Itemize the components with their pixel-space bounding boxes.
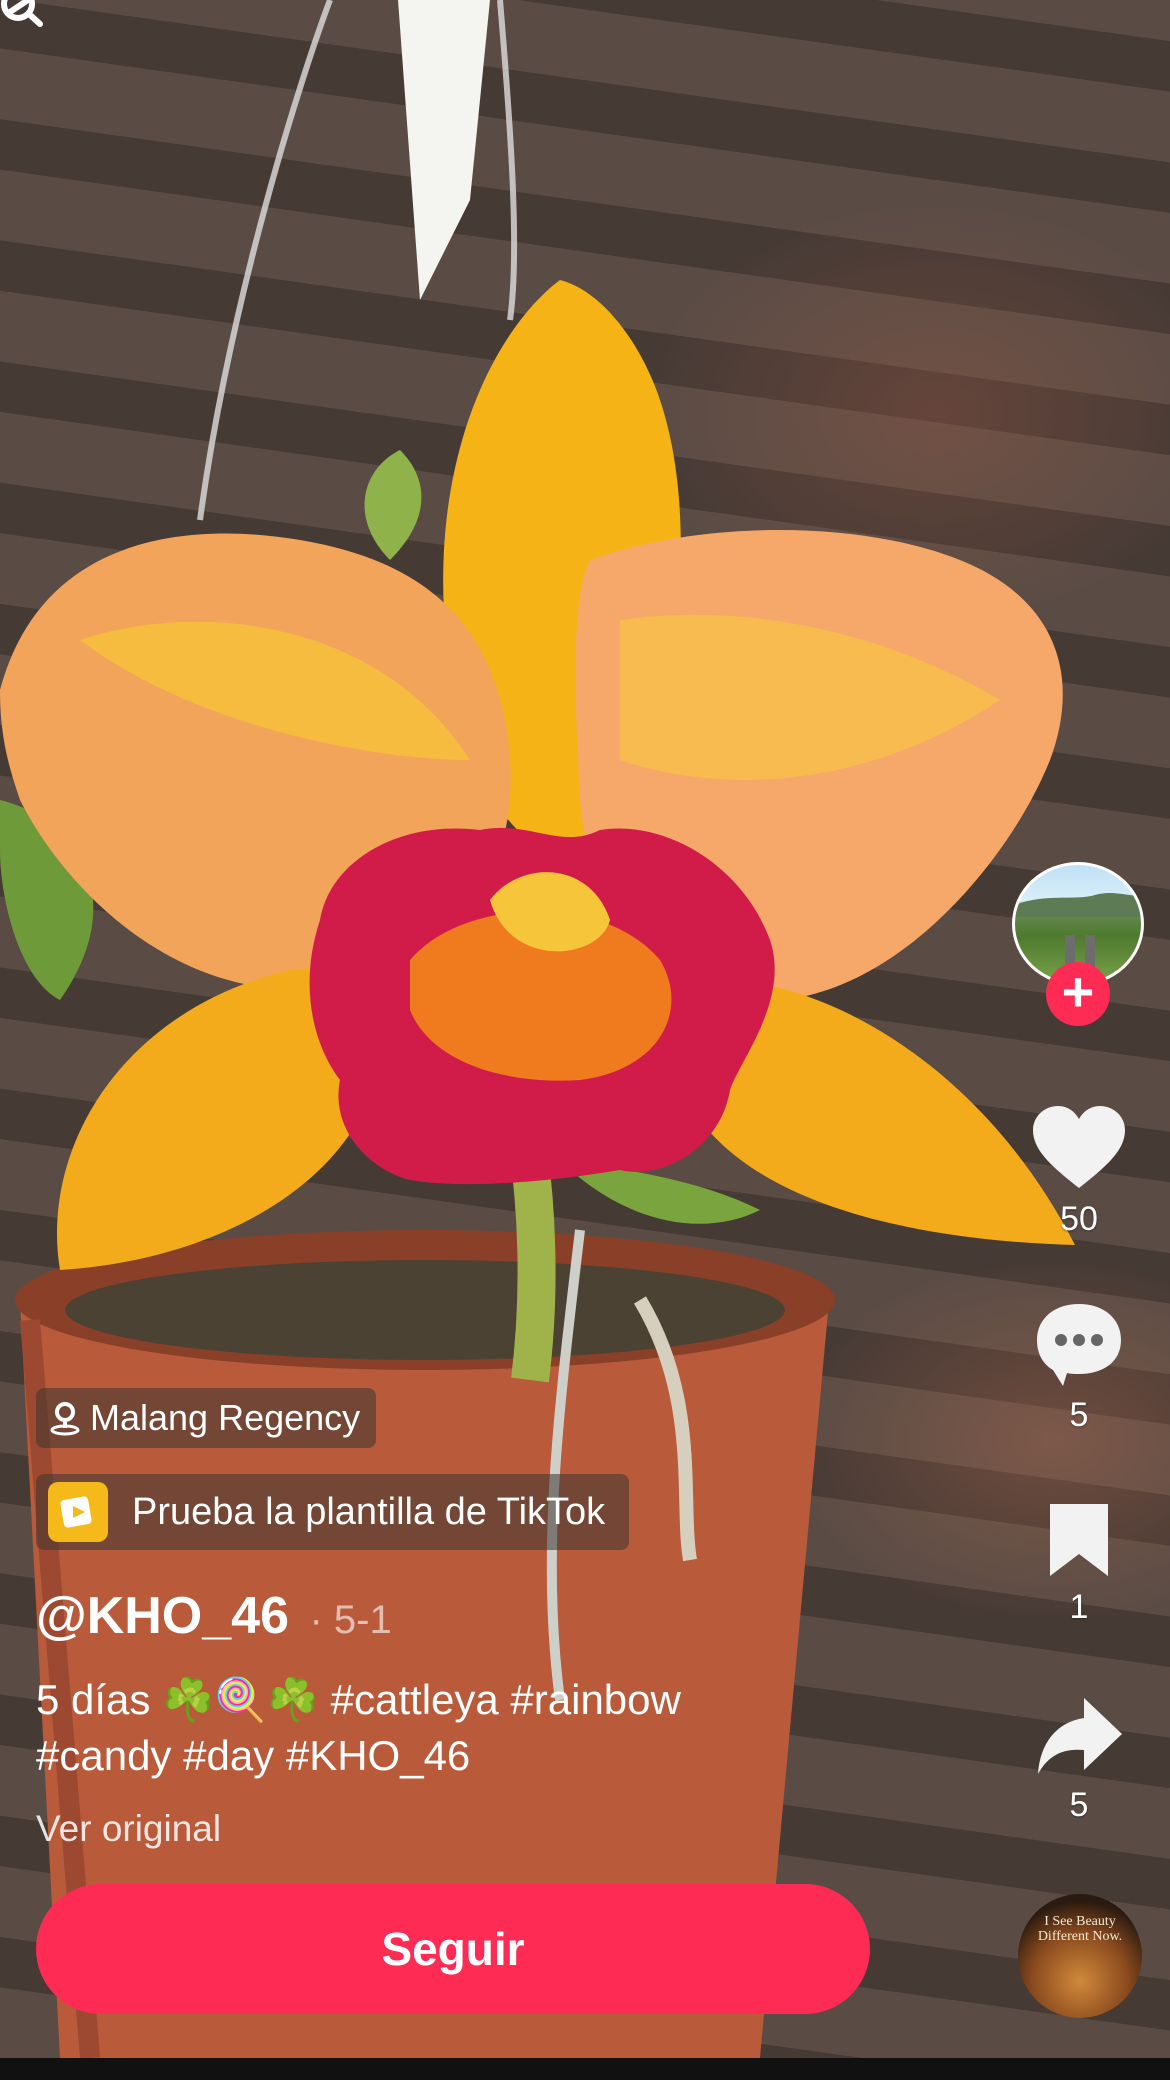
caption-line-2: #candy #day #KHO_46 (36, 1732, 471, 1779)
share-arrow-icon (1038, 1698, 1122, 1774)
share-count: 5 (1069, 1786, 1089, 1824)
save-button[interactable]: 1 (1020, 1500, 1138, 1627)
video-caption: 5 días ☘️🍭☘️ #cattleya #rainbow #candy #… (36, 1672, 836, 1784)
search-icon[interactable] (0, 0, 44, 30)
comment-count: 5 (1069, 1396, 1089, 1434)
share-button[interactable]: 5 (1020, 1694, 1138, 1825)
author-handle[interactable]: @KHO_46 (36, 1587, 289, 1645)
location-tag[interactable]: Malang Regency (36, 1388, 377, 1448)
comment-button[interactable]: 5 (1020, 1300, 1138, 1435)
template-label: Prueba la plantilla de TikTok (132, 1490, 606, 1533)
follow-plus-button[interactable]: + (1046, 962, 1110, 1026)
like-count: 50 (1060, 1200, 1098, 1238)
bottom-edge (0, 2058, 1170, 2080)
comment-icon (1037, 1304, 1121, 1386)
heart-icon (1033, 1106, 1125, 1188)
post-date: · 5-1 (309, 1598, 392, 1642)
author-row: @KHO_46 · 5-1 (36, 1586, 392, 1646)
see-original-link[interactable]: Ver original (36, 1808, 221, 1850)
template-icon (48, 1482, 108, 1542)
location-pin-icon (50, 1402, 80, 1436)
bookmark-icon (1050, 1504, 1108, 1576)
location-label: Malang Regency (90, 1397, 361, 1438)
save-count: 1 (1069, 1588, 1089, 1626)
music-disc-text: I See Beauty Different Now. (1037, 1914, 1123, 1944)
music-disc[interactable]: I See Beauty Different Now. (1018, 1894, 1142, 2018)
caption-line-1: 5 días ☘️🍭☘️ #cattleya #rainbow (36, 1676, 681, 1723)
like-button[interactable]: 50 (1020, 1104, 1138, 1239)
follow-button[interactable]: Seguir (36, 1884, 870, 2014)
template-banner[interactable]: Prueba la plantilla de TikTok (36, 1474, 630, 1550)
